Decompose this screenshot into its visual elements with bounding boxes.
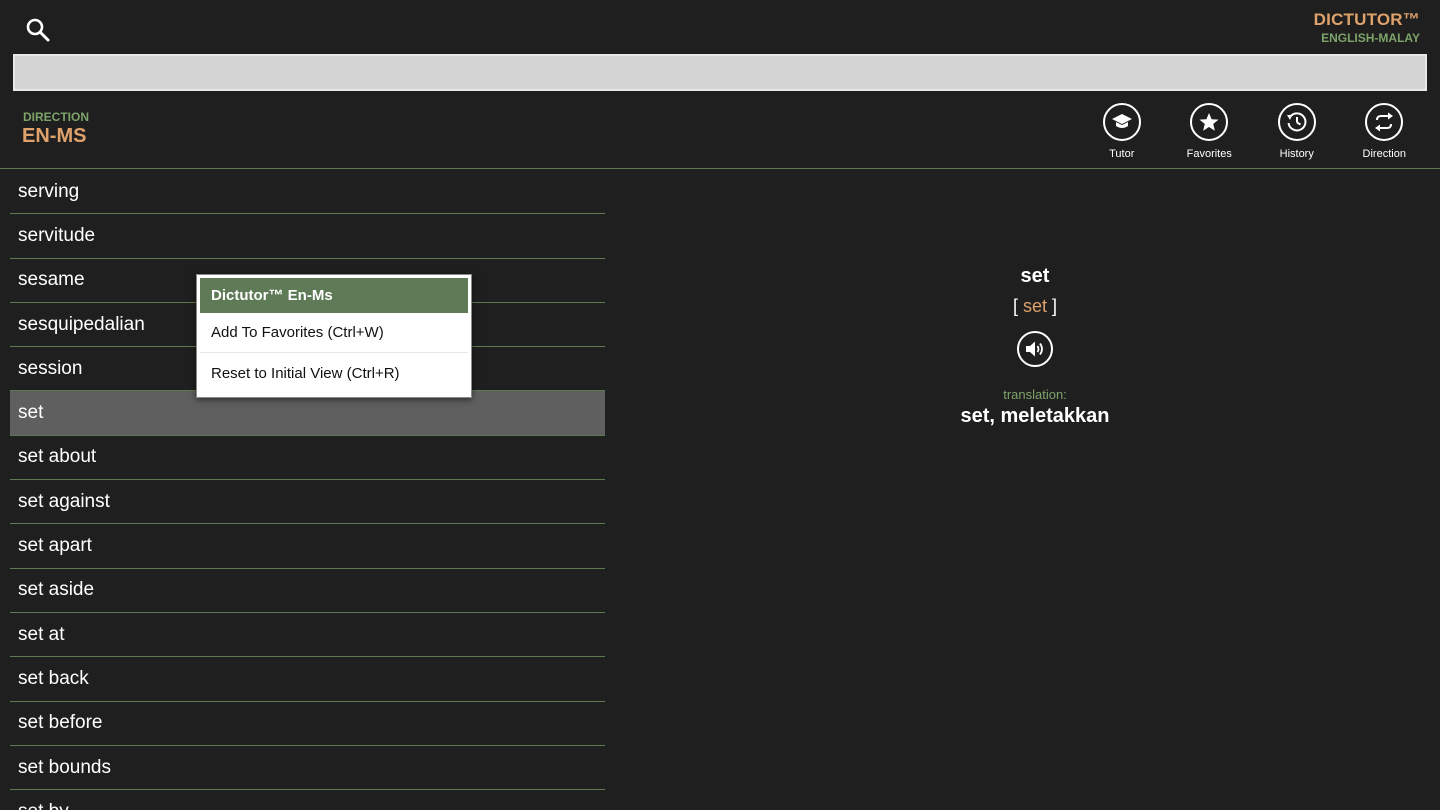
word-list-item[interactable]: set about (10, 436, 605, 481)
tutor-label: Tutor (1109, 148, 1135, 160)
star-icon (1199, 113, 1219, 131)
direction-button-label: Direction (1362, 148, 1406, 160)
search-input[interactable] (13, 54, 1427, 91)
direction-value: EN-MS (22, 125, 87, 147)
toolbar: Tutor Favorites History Direction (1078, 103, 1428, 160)
word-list[interactable]: serving servitude sesame sesquipedalian … (10, 170, 605, 810)
word-list-item[interactable]: set bounds (10, 746, 605, 791)
add-to-favorites-menu-item[interactable]: Add To Favorites (Ctrl+W) (200, 313, 468, 353)
transcription-bracket-open: [ (1012, 296, 1018, 316)
context-menu-title[interactable]: Dictutor™ En-Ms (200, 278, 468, 313)
history-icon-circle (1277, 103, 1316, 141)
word-list-item[interactable]: serving (10, 170, 605, 215)
translation-text: set, meletakkan (960, 405, 1110, 427)
word-list-item[interactable]: set before (10, 702, 605, 746)
brand-title: DICTUTOR™ (1313, 10, 1420, 29)
transcription-bracket-close: ] (1052, 296, 1058, 316)
word-list-item[interactable]: set against (10, 480, 605, 525)
brand-subtitle: ENGLISH-MALAY (1321, 31, 1420, 45)
search-icon (26, 18, 50, 42)
detail-pane: set [ set ] translation: set, meletakkan (635, 255, 1435, 428)
word-list-item[interactable]: servitude (10, 214, 605, 259)
word-list-item[interactable]: set back (10, 657, 605, 702)
direction-button[interactable]: Direction (1341, 103, 1429, 160)
tutor-button[interactable]: Tutor (1078, 103, 1166, 160)
translation-label: translation: (1003, 387, 1067, 402)
tutor-icon-circle (1102, 103, 1141, 141)
reset-view-menu-item[interactable]: Reset to Initial View (Ctrl+R) (200, 353, 468, 393)
transcription-text: set (1022, 296, 1047, 316)
header-divider (0, 168, 1440, 169)
word-list-item[interactable]: set by (10, 790, 605, 810)
app-brand: DICTUTOR™ ENGLISH-MALAY (1314, 10, 1420, 45)
favorites-label: Favorites (1186, 148, 1232, 160)
play-audio-button[interactable] (1017, 331, 1053, 367)
app-window: DICTUTOR™ ENGLISH-MALAY DIRECTION EN-MS … (0, 0, 1440, 810)
context-menu: Dictutor™ En-Ms Add To Favorites (Ctrl+W… (196, 274, 472, 398)
favorites-icon-circle (1190, 103, 1229, 141)
word-list-item[interactable]: set aside (10, 569, 605, 613)
word-list-item[interactable]: set at (10, 613, 605, 658)
favorites-button[interactable]: Favorites (1166, 103, 1254, 160)
history-label: History (1279, 148, 1314, 160)
graduation-cap-icon (1111, 114, 1132, 128)
history-clock-icon (1286, 112, 1307, 132)
speaker-icon (1026, 341, 1043, 357)
history-button[interactable]: History (1253, 103, 1341, 160)
search-button[interactable] (22, 14, 54, 46)
transcription: [ set ] (635, 296, 1435, 317)
headword: set (1020, 265, 1050, 287)
direction-icon-circle (1365, 103, 1404, 141)
word-list-item[interactable]: set apart (10, 524, 605, 569)
direction-label: DIRECTION (23, 110, 89, 124)
word-list-item-selected[interactable]: set (10, 391, 605, 436)
swap-arrows-icon (1375, 112, 1394, 132)
